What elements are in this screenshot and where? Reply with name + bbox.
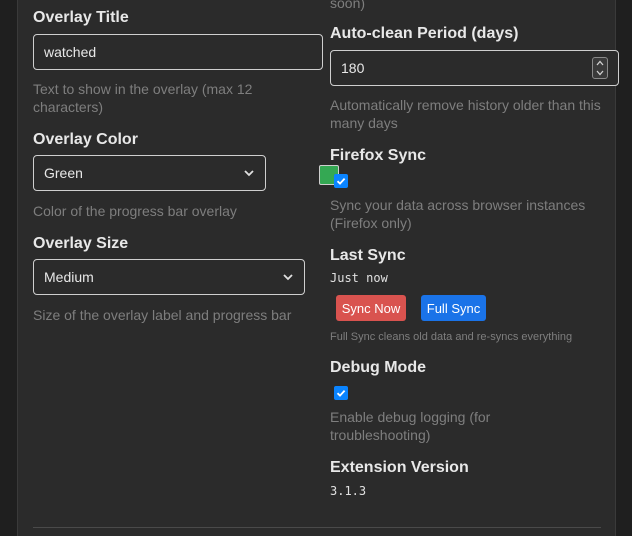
overlay-title-value: watched <box>44 44 97 60</box>
full-sync-button[interactable]: Full Sync <box>421 295 486 321</box>
check-icon <box>336 389 346 397</box>
overlay-title-label: Overlay Title <box>33 9 129 26</box>
overlay-color-value: Green <box>44 165 83 181</box>
extension-version-label: Extension Version <box>330 459 469 476</box>
firefox-sync-label: Firefox Sync <box>330 147 427 164</box>
debug-mode-label: Debug Mode <box>330 359 426 376</box>
full-sync-help: Full Sync cleans old data and re-syncs e… <box>330 331 573 343</box>
firefox-sync-checkbox[interactable] <box>334 174 348 188</box>
extension-version-value: 3.1.3 <box>330 484 367 498</box>
chevron-down-icon <box>244 170 254 177</box>
auto-clean-value: 180 <box>341 60 365 76</box>
overlay-title-input[interactable]: watched <box>33 34 323 70</box>
overlay-size-label: Overlay Size <box>33 235 129 252</box>
debug-mode-help: Enable debug logging (for troubleshootin… <box>330 409 491 443</box>
debug-mode-checkbox[interactable] <box>334 386 348 400</box>
firefox-sync-help: Sync your data across browser instances … <box>330 197 586 231</box>
last-sync-label: Last Sync <box>330 247 406 264</box>
overlay-color-help: Color of the progress bar overlay <box>33 203 237 219</box>
chevron-up-icon[interactable] <box>596 60 604 66</box>
auto-clean-help: Automatically remove history older than … <box>330 97 601 131</box>
sync-now-button[interactable]: Sync Now <box>336 295 406 321</box>
overlay-color-select[interactable]: Green <box>33 155 266 191</box>
auto-clean-input[interactable]: 180 <box>330 50 619 86</box>
number-stepper[interactable] <box>592 57 608 79</box>
overlay-size-help: Size of the overlay label and progress b… <box>33 307 292 323</box>
overlay-size-select[interactable]: Medium <box>33 259 305 295</box>
overlay-size-value: Medium <box>44 269 94 285</box>
section-divider <box>33 527 601 528</box>
auto-clean-label: Auto-clean Period (days) <box>330 25 519 42</box>
check-icon <box>336 177 346 185</box>
previous-help-fragment: soon) <box>330 0 366 11</box>
chevron-down-icon <box>283 274 293 281</box>
chevron-down-icon[interactable] <box>596 70 604 76</box>
overlay-title-help: Text to show in the overlay (max 12 char… <box>33 81 253 115</box>
overlay-color-label: Overlay Color <box>33 131 138 148</box>
last-sync-value: Just now <box>330 271 388 285</box>
